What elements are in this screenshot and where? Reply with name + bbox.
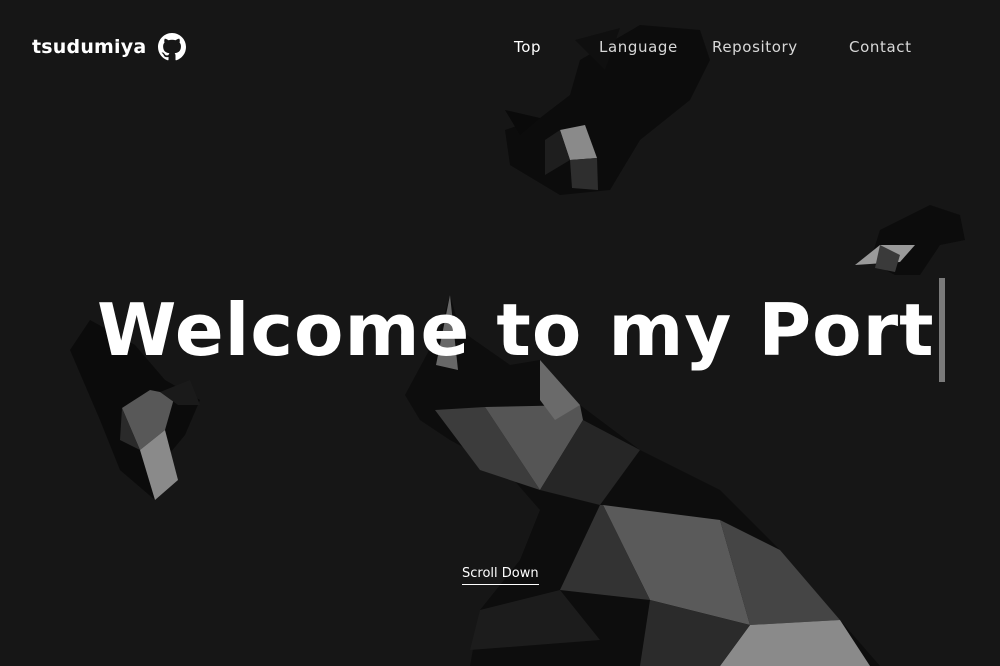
nav-item-repository[interactable]: Repository bbox=[712, 37, 798, 57]
github-icon[interactable] bbox=[158, 33, 186, 61]
nav-item-language[interactable]: Language bbox=[599, 37, 678, 57]
hero: Welcome to my Port bbox=[97, 278, 945, 382]
scroll-down-link[interactable]: Scroll Down bbox=[462, 565, 539, 585]
nav-item-contact[interactable]: Contact bbox=[849, 37, 912, 57]
page: tsudumiya Top Language Repository Contac… bbox=[0, 0, 1000, 666]
typing-caret bbox=[938, 278, 945, 382]
brand-logo[interactable]: tsudumiya bbox=[32, 34, 146, 60]
nav-item-top[interactable]: Top bbox=[514, 37, 541, 57]
hero-title: Welcome to my Port bbox=[97, 288, 935, 372]
